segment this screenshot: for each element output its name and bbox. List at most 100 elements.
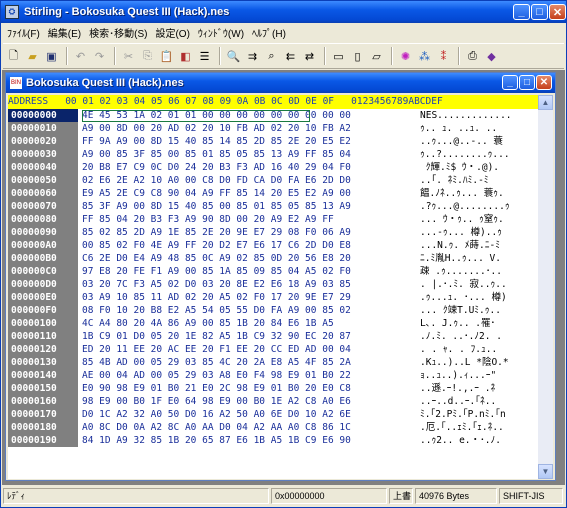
table-row[interactable]: 00000140 AE 00 04 AD 00 05 29 03 A8 E0 F4… bbox=[8, 369, 540, 382]
row-text[interactable]: ..｢. ﾈﾐ.ﾊﾐ.-ﾐ bbox=[420, 174, 489, 187]
table-row[interactable]: 00000070 85 3F A9 00 8D 15 40 85 00 85 01… bbox=[8, 200, 540, 213]
row-hex-bytes[interactable]: 4C A4 80 20 4A 86 A9 00 85 1B 20 84 E6 1… bbox=[82, 317, 334, 330]
row-text[interactable]: ..遜.ｰ!.,.ｰ .ﾈ bbox=[420, 382, 495, 395]
table-row[interactable]: 00000090 85 02 85 2D A9 1E 85 2E 20 9E E7… bbox=[8, 226, 540, 239]
row-text[interactable]: 疎 .ｩ.......･.. bbox=[420, 265, 502, 278]
replace-icon[interactable]: ⇄ bbox=[301, 48, 318, 65]
table-row[interactable]: 000000C0 97 E8 20 FE F1 A9 00 85 1A 85 09… bbox=[8, 265, 540, 278]
row-hex-bytes[interactable]: 98 E9 00 B0 1F E0 64 98 E9 00 B0 1E A2 C… bbox=[82, 395, 351, 408]
doc-close-button[interactable]: ✕ bbox=[536, 75, 552, 90]
table-row[interactable]: 000000B0 C6 2E D0 E4 A9 48 85 0C A9 02 85… bbox=[8, 252, 540, 265]
row-hex-bytes[interactable]: 97 E8 20 FE F1 A9 00 85 1A 85 09 85 04 A… bbox=[82, 265, 351, 278]
table-row[interactable]: 00000120 ED 20 11 EE 20 AC EE 20 F1 EE 20… bbox=[8, 343, 540, 356]
maximize-button[interactable]: □ bbox=[531, 4, 548, 20]
row-text[interactable]: ..ｩ2.. e.・･.ﾉ. bbox=[420, 434, 501, 447]
table-row[interactable]: 00000020 FF 9A A9 00 8D 15 40 85 14 85 2D… bbox=[8, 135, 540, 148]
row-text[interactable]: ﾐ.｢2.Pﾐ.｢P.nﾐ.｢n bbox=[420, 408, 506, 421]
table-row[interactable]: 00000050 02 E6 2E A2 10 A0 00 C8 D0 FD CA… bbox=[8, 174, 540, 187]
table-row[interactable]: 00000160 98 E9 00 B0 1F E0 64 98 E9 00 B0… bbox=[8, 395, 540, 408]
undo-icon[interactable]: ↶ bbox=[72, 48, 89, 65]
paste-icon[interactable]: 📋 bbox=[158, 48, 175, 65]
menu-window[interactable]: ｳｨﾝﾄﾞｳ(W) bbox=[194, 25, 248, 40]
find-next-icon[interactable]: ⇉ bbox=[244, 48, 261, 65]
row-text[interactable]: . . ｬ. . ﾌ.ｭ.. bbox=[420, 343, 497, 356]
table-row[interactable]: 00000000 4E 45 53 1A 02 01 01 00 00 00 00… bbox=[8, 109, 540, 122]
scroll-up-arrow-icon[interactable]: ▲ bbox=[538, 95, 553, 110]
menu-file[interactable]: ﾌｧｲﾙ(F) bbox=[3, 25, 44, 40]
bookmark-icon[interactable]: ⁑ bbox=[435, 48, 452, 65]
row-hex-bytes[interactable]: A9 00 85 3F 85 00 85 01 85 05 85 13 A9 F… bbox=[82, 148, 351, 161]
row-text[interactable]: .?ｩ...@........ｩ bbox=[420, 200, 510, 213]
table-row[interactable]: 00000030 A9 00 85 3F 85 00 85 01 85 05 85… bbox=[8, 148, 540, 161]
row-text[interactable]: ... ｳ・ｩ.. ｩ窒ｩ. bbox=[420, 213, 504, 226]
doc-maximize-button[interactable]: □ bbox=[519, 75, 535, 90]
row-text[interactable]: .ﾉ.ﾐ. ..･.ﾉ2. . bbox=[420, 330, 502, 343]
row-hex-bytes[interactable]: ED 20 11 EE 20 AC EE 20 F1 EE 20 CC ED A… bbox=[82, 343, 351, 356]
row-hex-bytes[interactable]: E0 90 98 E9 01 B0 21 E0 2C 98 E9 01 B0 2… bbox=[82, 382, 351, 395]
table-row[interactable]: 00000080 FF 85 04 20 B3 F3 A9 90 8D 00 20… bbox=[8, 213, 540, 226]
row-hex-bytes[interactable]: FF 85 04 20 B3 F3 A9 90 8D 00 20 A9 E2 A… bbox=[82, 213, 334, 226]
scroll-down-arrow-icon[interactable]: ▼ bbox=[538, 464, 553, 479]
row-hex-bytes[interactable]: 1B C9 01 D0 05 20 1E 82 A5 1B C9 32 90 E… bbox=[82, 330, 351, 343]
table-row[interactable]: 00000130 85 4B AD 00 05 29 03 85 4C 20 2A… bbox=[8, 356, 540, 369]
row-text[interactable]: ...N.ｩ. ﾒ蒔.ﾆ-ﾐ bbox=[420, 239, 500, 252]
row-hex-bytes[interactable]: E9 A5 2E C9 C8 90 04 A9 FF 85 14 20 E5 E… bbox=[82, 187, 351, 200]
goto-icon[interactable]: ▭ bbox=[330, 48, 347, 65]
table-row[interactable]: 000000E0 03 A9 10 85 11 AD 02 20 A5 02 F0… bbox=[8, 291, 540, 304]
row-hex-bytes[interactable]: A0 8C D0 0A A2 8C A0 AA D0 04 A2 AA A0 C… bbox=[82, 421, 351, 434]
menu-edit[interactable]: 編集(E) bbox=[44, 25, 85, 40]
find-icon[interactable]: 🔍 bbox=[225, 48, 242, 65]
row-text[interactable]: ｮ..ｭ..).ｨ...ｰ" bbox=[420, 369, 496, 382]
row-hex-bytes[interactable]: 02 E6 2E A2 10 A0 00 C8 D0 FD CA D0 FA E… bbox=[82, 174, 351, 187]
row-hex-bytes[interactable]: 00 85 02 F0 4E A9 FF 20 D2 E7 E6 17 C6 2… bbox=[82, 239, 351, 252]
row-text[interactable]: NES............. bbox=[420, 109, 512, 122]
row-hex-bytes[interactable]: 08 F0 10 20 B8 E2 A5 54 05 55 D0 FA A9 0… bbox=[82, 304, 351, 317]
table-row[interactable]: 000000D0 03 20 7C F3 A5 02 D0 03 20 8E E2… bbox=[8, 278, 540, 291]
title-bar[interactable]: ⛭ Stirling - Bokosuka Quest III (Hack).n… bbox=[1, 1, 566, 23]
menu-help[interactable]: ﾍﾙﾌﾟ(H) bbox=[248, 25, 290, 40]
vertical-scrollbar[interactable]: ▲ ▼ bbox=[538, 95, 553, 479]
table-row[interactable]: 00000170 D0 1C A2 32 A0 50 D0 16 A2 50 A0… bbox=[8, 408, 540, 421]
table-row[interactable]: 00000010 A9 00 8D 00 20 AD 02 20 10 FB AD… bbox=[8, 122, 540, 135]
table-row[interactable]: 00000190 84 1D A9 32 85 1B 20 65 87 E6 1B… bbox=[8, 434, 540, 447]
row-text[interactable]: .ｩ...ｭ. ･... 樽) bbox=[420, 291, 507, 304]
row-text[interactable]: ..ｰ..d..ｰ.｢ﾈ.. bbox=[420, 395, 496, 408]
row-hex-bytes[interactable]: A9 00 8D 00 20 AD 02 20 10 FB AD 02 20 1… bbox=[82, 122, 351, 135]
table-row[interactable]: 00000060 E9 A5 2E C9 C8 90 04 A9 FF 85 14… bbox=[8, 187, 540, 200]
table-row[interactable]: 000000F0 08 F0 10 20 B8 E2 A5 54 05 55 D0… bbox=[8, 304, 540, 317]
copy-icon[interactable]: ⎘ bbox=[139, 48, 156, 65]
row-text[interactable]: ...-ｩ... 樽)..ｩ bbox=[420, 226, 502, 239]
table-row[interactable]: 00000180 A0 8C D0 0A A2 8C A0 AA D0 04 A2… bbox=[8, 421, 540, 434]
minimize-button[interactable]: _ bbox=[513, 4, 530, 20]
row-hex-bytes[interactable]: FF 9A A9 00 8D 15 40 85 14 85 2D 85 2E 2… bbox=[82, 135, 351, 148]
row-text[interactable]: ﾆ.ﾐ胤H..ｩ... V. bbox=[420, 252, 507, 265]
row-text[interactable]: 饂.ﾉﾈ..ｩ... 蓑ｩ. bbox=[420, 187, 504, 200]
list-icon[interactable]: ☰ bbox=[196, 48, 213, 65]
row-hex-bytes[interactable]: D0 1C A2 32 A0 50 D0 16 A2 50 A0 6E D0 1… bbox=[82, 408, 351, 421]
row-hex-bytes[interactable]: 85 4B AD 00 05 29 03 85 4C 20 2A E8 A5 4… bbox=[82, 356, 351, 369]
close-button[interactable]: ✕ bbox=[549, 4, 566, 20]
color-icon[interactable]: ✺ bbox=[397, 48, 414, 65]
table-row[interactable]: 00000150 E0 90 98 E9 01 B0 21 E0 2C 98 E9… bbox=[8, 382, 540, 395]
fill-icon[interactable]: ◧ bbox=[177, 48, 194, 65]
save-icon[interactable]: ▣ bbox=[43, 48, 60, 65]
new-icon[interactable]: 🗋 bbox=[5, 48, 22, 65]
goto-end-icon[interactable]: ▱ bbox=[368, 48, 385, 65]
table-row[interactable]: 00000110 1B C9 01 D0 05 20 1E 82 A5 1B C9… bbox=[8, 330, 540, 343]
row-text[interactable]: ... ｸ竦T.Uﾐ.ｩ.. bbox=[420, 304, 501, 317]
open-icon[interactable]: ▰ bbox=[24, 48, 41, 65]
hex-view[interactable]: ADDRESS 00 01 02 03 04 05 06 07 08 09 0A… bbox=[8, 95, 540, 479]
table-row[interactable]: 00000100 4C A4 80 20 4A 86 A9 00 85 1B 20… bbox=[8, 317, 540, 330]
row-text[interactable]: .Kｭ..)..L *陰O.* bbox=[420, 356, 509, 369]
row-hex-bytes[interactable]: 84 1D A9 32 85 1B 20 65 87 E6 1B A5 1B C… bbox=[82, 434, 351, 447]
row-text[interactable]: L､. J.ｩ.. .罹･ bbox=[420, 317, 495, 330]
menu-settings[interactable]: 設定(O) bbox=[151, 25, 193, 40]
help-book-icon[interactable]: ◆ bbox=[483, 48, 500, 65]
doc-minimize-button[interactable]: _ bbox=[502, 75, 518, 90]
row-text[interactable]: . |.･.ﾐ. 寂..ｩ.. bbox=[420, 278, 507, 291]
print-icon[interactable]: ⎙ bbox=[464, 48, 481, 65]
document-title-bar[interactable]: BIN Bokosuka Quest III (Hack).nes _ □ ✕ bbox=[6, 73, 555, 93]
cut-icon[interactable]: ✂ bbox=[120, 48, 137, 65]
row-hex-bytes[interactable]: AE 00 04 AD 00 05 29 03 A8 E0 F4 98 E9 0… bbox=[82, 369, 351, 382]
redo-icon[interactable]: ↷ bbox=[91, 48, 108, 65]
